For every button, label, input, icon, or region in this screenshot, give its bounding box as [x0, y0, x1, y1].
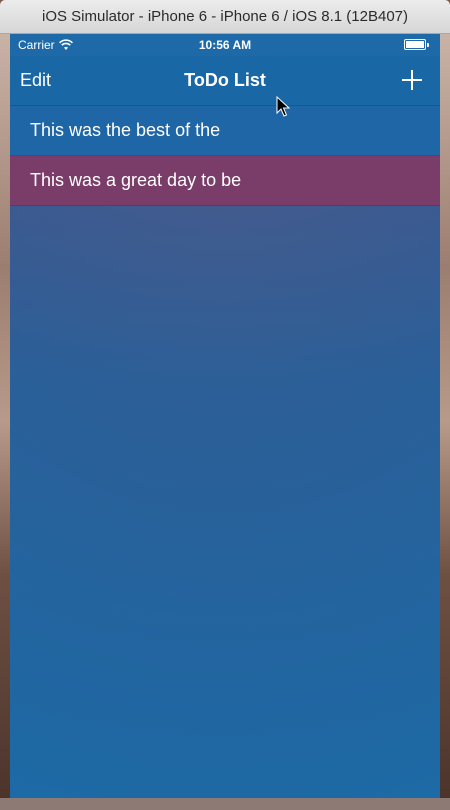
mouse-cursor-icon	[276, 96, 290, 117]
phone-screen: Carrier 10:56 AM Edit ToDo List This was…	[10, 34, 440, 798]
desktop-bottom-edge	[0, 798, 450, 810]
todo-list: This was the best of the This was a grea…	[10, 106, 440, 206]
todo-text: This was a great day to be	[30, 170, 242, 190]
page-title: ToDo List	[184, 70, 266, 90]
status-bar: Carrier 10:56 AM	[10, 34, 440, 56]
window-title: iOS Simulator - iPhone 6 - iPhone 6 / iO…	[41, 8, 409, 25]
list-item[interactable]: This was a great day to be	[10, 156, 440, 206]
simulator-titlebar: iOS Simulator - iPhone 6 - iPhone 6 / iO…	[0, 0, 450, 34]
list-item[interactable]: This was the best of the	[10, 106, 440, 156]
plus-icon[interactable]	[400, 68, 424, 92]
desktop-right-edge	[440, 34, 450, 810]
desktop-left-edge	[0, 34, 10, 810]
battery-icon	[404, 39, 429, 50]
navigation-bar: Edit ToDo List	[10, 56, 440, 106]
status-time: 10:56 AM	[198, 38, 252, 52]
todo-text: This was the best of the	[30, 120, 221, 140]
